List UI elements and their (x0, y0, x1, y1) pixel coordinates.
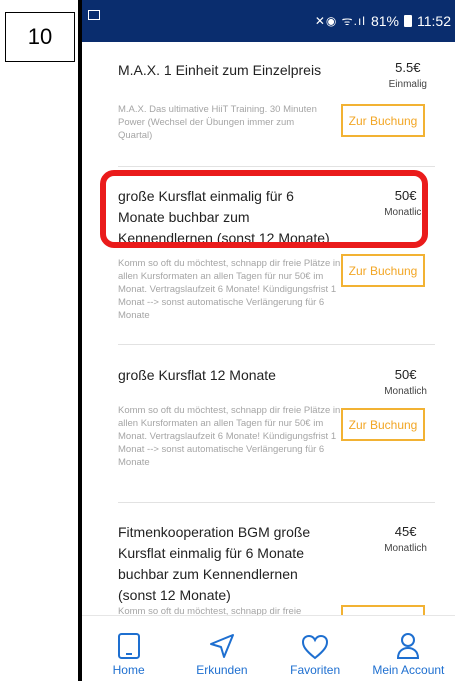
offer-title: Fitmenkooperation BGM große Kursflat ein… (118, 524, 311, 603)
phone-screen: ✕◉ ᯤ.ıl 81% 11:52 M.A.X. 1 Einheit zum E… (78, 0, 455, 681)
offer-title: M.A.X. 1 Einheit zum Einzelpreis (118, 62, 322, 78)
navigation-arrow-icon (209, 634, 234, 658)
book-button[interactable]: Zur Buchung (341, 408, 425, 441)
offer-price: 50€ Monatlich (384, 367, 427, 397)
battery-icon (404, 14, 412, 27)
highlight-outline (100, 170, 428, 248)
price-unit: Monatlich (384, 386, 427, 397)
price-value: 50€ (394, 367, 417, 382)
offer-price: 45€ Monatlich (384, 524, 427, 554)
offer-description: Komm so oft du möchtest, schnapp dir fre… (118, 405, 341, 468)
image-notification-icon (88, 10, 100, 20)
person-icon (397, 633, 420, 659)
battery-percent: 81% (370, 12, 399, 29)
divider (118, 344, 435, 345)
signal-icons: ✕◉ ᯤ.ıl (314, 14, 366, 28)
price-unit: Monatlich (384, 543, 427, 554)
tab-erkunden[interactable]: Erkunden (175, 616, 268, 681)
offer-list[interactable]: M.A.X. 1 Einheit zum Einzelpreis 5.5€ Ei… (82, 42, 455, 616)
book-button[interactable]: Zur Buchung (341, 104, 425, 137)
heart-icon (302, 634, 329, 660)
price-value: 5.5€ (395, 60, 421, 75)
tablet-icon (117, 633, 140, 659)
tab-home[interactable]: Home (82, 616, 175, 681)
step-number-label: 10 (5, 12, 75, 62)
bottom-tab-bar: Home Erkunden Favoriten Mein Account (82, 615, 455, 681)
divider (118, 166, 435, 167)
status-bar: ✕◉ ᯤ.ıl 81% 11:52 (82, 0, 455, 42)
offer-description: M.A.X. Das ultimative HiiT Training. 30 … (118, 104, 317, 141)
tab-mein-account[interactable]: Mein Account (362, 616, 455, 681)
tab-favoriten[interactable]: Favoriten (269, 616, 362, 681)
tab-label: Mein Account (372, 663, 445, 677)
price-value: 45€ (394, 524, 417, 539)
offer-description: Komm so oft du möchtest, schnapp dir fre… (118, 258, 341, 321)
tab-label: Favoriten (290, 663, 341, 677)
offer-price: 5.5€ Einmalig (389, 60, 427, 90)
divider (118, 502, 435, 503)
price-unit: Einmalig (388, 79, 427, 90)
offer-title: große Kursflat 12 Monate (118, 367, 276, 383)
tab-label: Home (112, 663, 145, 677)
clock: 11:52 (417, 12, 451, 29)
book-button[interactable]: Zur Buchung (341, 254, 425, 287)
tab-label: Erkunden (196, 663, 248, 677)
